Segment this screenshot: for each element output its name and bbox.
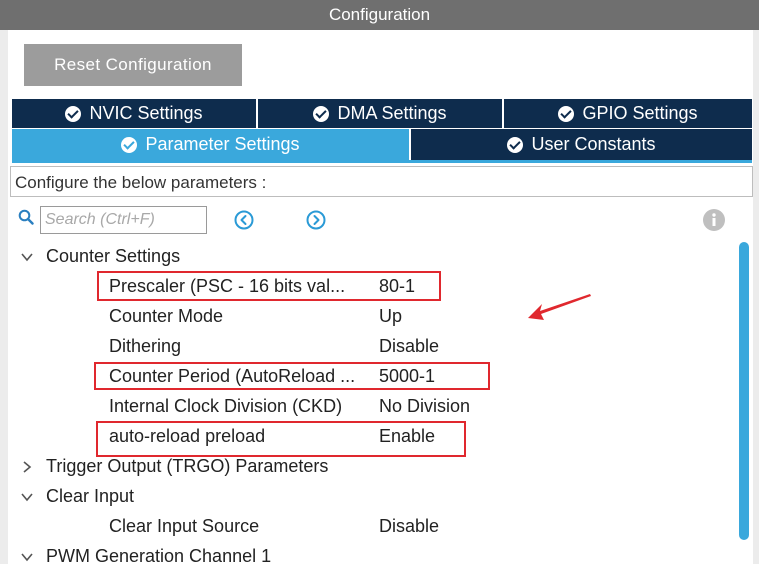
param-row-clock-division[interactable]: Internal Clock Division (CKD) No Divisio… [0,392,735,422]
param-value[interactable]: Up [379,306,402,327]
check-circle-icon [558,105,575,122]
check-circle-icon [65,105,82,122]
frame-right-border [753,30,759,564]
next-match-button[interactable] [306,210,326,230]
chevron-right-icon[interactable] [20,460,34,474]
check-circle-icon [507,136,524,153]
param-value[interactable]: Disable [379,336,439,357]
tab-parameter-settings[interactable]: Parameter Settings [12,129,411,160]
param-label: Dithering [109,336,182,356]
tab-label: NVIC Settings [89,103,203,123]
vertical-scrollbar[interactable] [739,242,749,540]
chevron-down-icon[interactable] [20,550,34,564]
param-label: Counter Mode [109,306,224,326]
group-label: Counter Settings [46,246,181,266]
search-input[interactable] [40,206,207,234]
group-label: Clear Input [46,486,135,506]
tab-label: User Constants [531,134,656,154]
tab-nvic-settings[interactable]: NVIC Settings [12,99,258,128]
param-label: Clear Input Source [109,516,260,536]
red-arrow-annotation [528,294,591,320]
chevron-down-icon[interactable] [20,250,34,264]
param-value[interactable]: Disable [379,516,439,537]
param-row-dithering[interactable]: Dithering Disable [0,332,735,362]
reset-configuration-button[interactable]: Reset Configuration [24,44,242,86]
group-counter-settings[interactable]: Counter Settings [0,242,735,272]
check-circle-icon [121,136,138,153]
previous-match-button[interactable] [234,210,254,230]
param-value[interactable]: No Division [379,396,470,417]
tab-row-primary: NVIC Settings DMA Settings GPIO Settings [12,99,752,128]
chevron-down-icon[interactable] [20,490,34,504]
active-tab-underline [12,160,752,163]
group-pwm-channel[interactable]: PWM Generation Channel 1 [0,542,735,564]
param-row-clear-input-source[interactable]: Clear Input Source Disable [0,512,735,542]
info-icon[interactable] [703,209,725,231]
param-row-counter-mode[interactable]: Counter Mode Up [0,302,735,332]
search-icon[interactable] [18,209,34,225]
check-circle-icon [313,105,330,122]
tab-user-constants[interactable]: User Constants [411,129,752,160]
configure-description: Configure the below parameters : [10,166,753,197]
tab-dma-settings[interactable]: DMA Settings [258,99,504,128]
window-title: Configuration [0,0,759,30]
highlight-box-auto-reload [96,421,466,457]
highlight-box-prescaler [97,271,441,301]
param-label: Internal Clock Division (CKD) [109,396,343,416]
tab-label: GPIO Settings [582,103,698,123]
tab-row-secondary: Parameter Settings User Constants [12,129,752,160]
group-clear-input[interactable]: Clear Input [0,482,735,512]
tab-label: Parameter Settings [145,134,300,154]
tab-gpio-settings[interactable]: GPIO Settings [504,99,752,128]
group-label: PWM Generation Channel 1 [46,546,272,564]
tab-label: DMA Settings [337,103,447,123]
group-label: Trigger Output (TRGO) Parameters [46,456,329,476]
highlight-box-counter-period [94,362,490,390]
